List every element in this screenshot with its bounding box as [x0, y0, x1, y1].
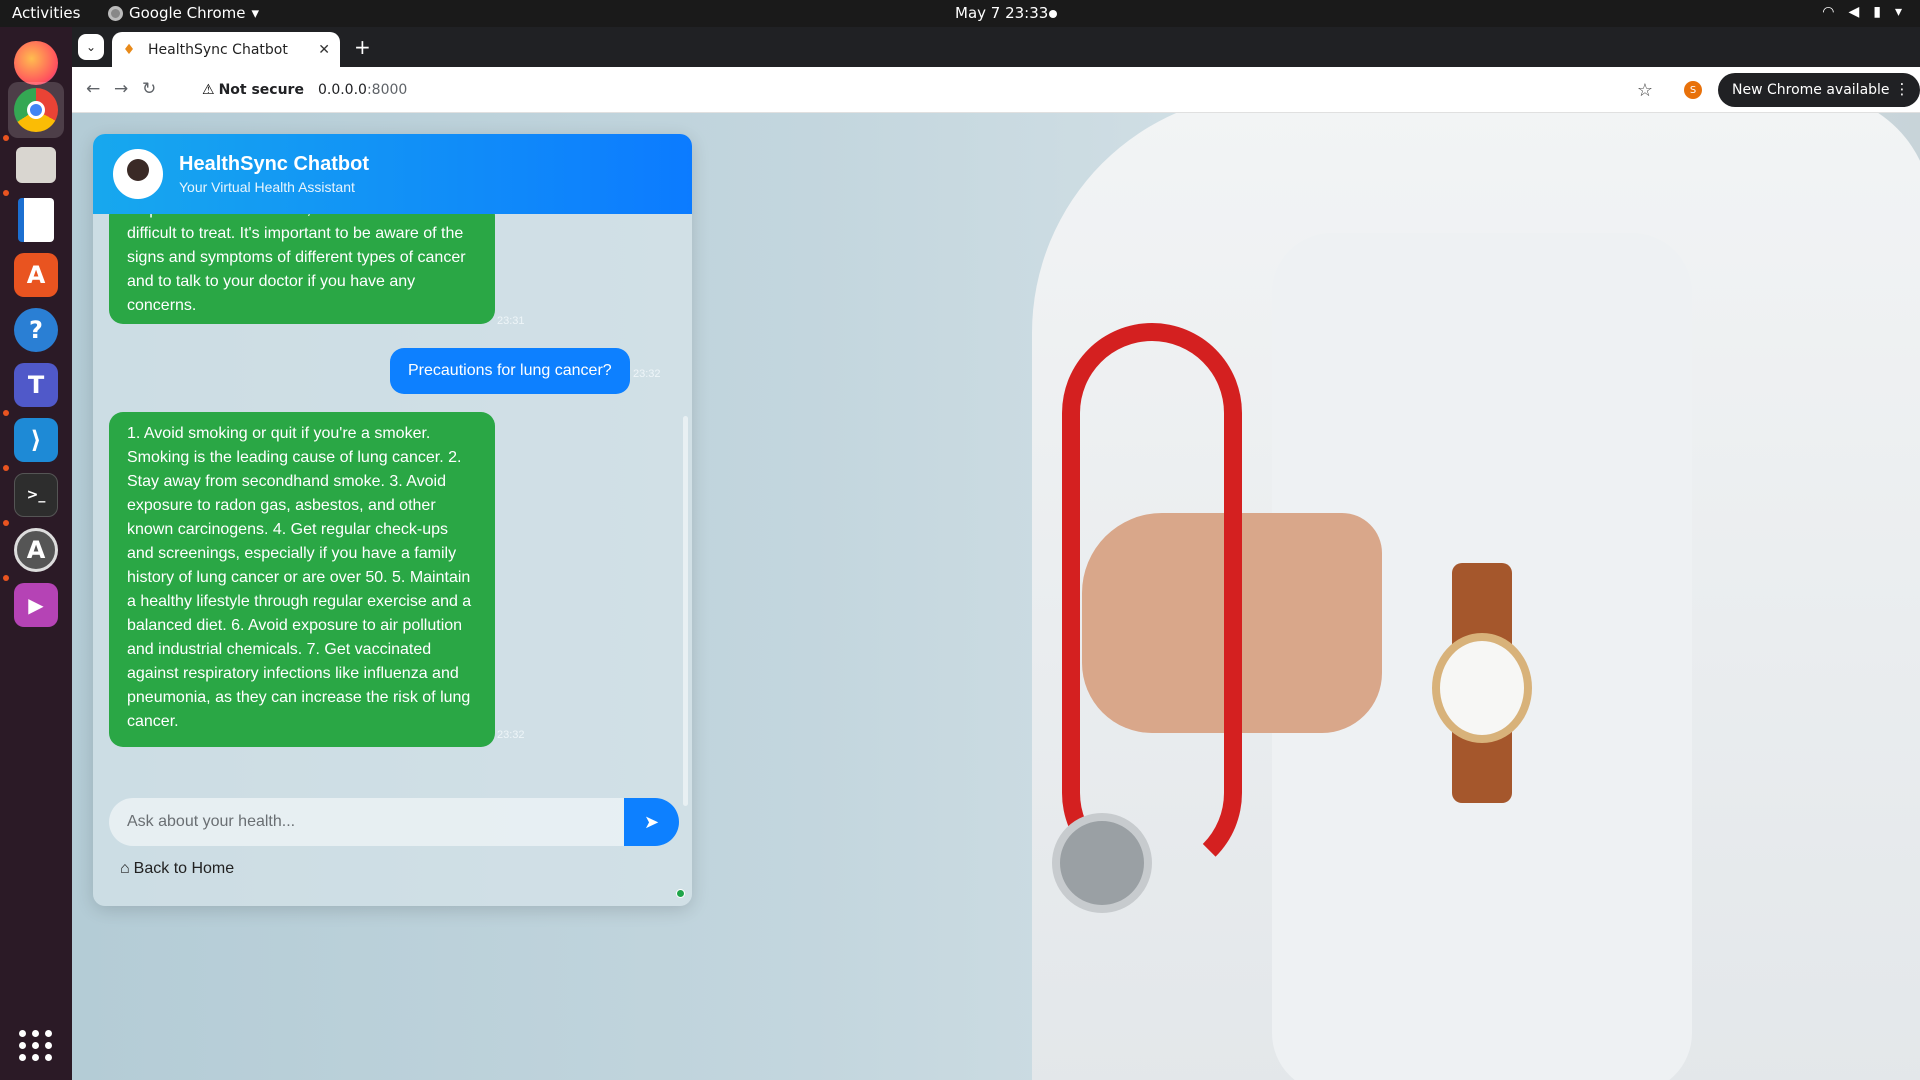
bookmark-star-icon[interactable]: ☆ — [1637, 80, 1653, 101]
volume-icon: ◀ — [1848, 4, 1860, 20]
chevron-down-icon: ▾ — [1894, 4, 1902, 20]
dock: A ? T ⟩ >_ A ▶ — [0, 27, 72, 1080]
chrome-icon — [108, 5, 123, 21]
warning-icon: ⚠ — [202, 82, 215, 98]
new-tab-button[interactable]: + — [354, 35, 371, 59]
app-grid-icon — [19, 1029, 53, 1061]
chat-input-row: ➤ — [109, 798, 679, 846]
chrome-icon — [14, 88, 58, 132]
tab-active[interactable]: ♦ HealthSync Chatbot ✕ — [112, 32, 340, 67]
browser-window: ⌄ ♦ HealthSync Chatbot ✕ + ← → ↻ ⚠ Not s… — [72, 27, 1920, 1080]
show-apps-button[interactable] — [8, 1017, 64, 1073]
update-chrome-button[interactable]: New Chrome available ⋮ — [1718, 73, 1920, 107]
bot-message: respond well to treatment, while others … — [109, 214, 495, 324]
notification-dot — [1049, 10, 1057, 18]
dock-media[interactable]: ▶ — [8, 577, 64, 633]
running-indicator — [3, 575, 9, 581]
chat-header: HealthSync Chatbot Your Virtual Health A… — [93, 134, 692, 214]
dock-vscode[interactable]: ⟩ — [8, 412, 64, 468]
tab-search-button[interactable]: ⌄ — [78, 34, 104, 60]
clock[interactable]: May 7 23:33 — [955, 4, 1048, 22]
dock-app-center[interactable]: A — [8, 247, 64, 303]
teams-icon: T — [14, 363, 58, 407]
back-to-home-link[interactable]: ⌂ Back to Home — [120, 860, 234, 878]
assistant-avatar — [113, 149, 163, 199]
message-time: 23:31 — [497, 315, 525, 327]
dock-updater[interactable]: A — [8, 522, 64, 578]
favicon-icon: ♦ — [122, 41, 136, 58]
chat-scrollbar[interactable] — [683, 416, 688, 806]
system-top-bar: Activities Google Chrome ▾ May 7 23:33 ◠… — [0, 0, 1920, 27]
chat-subtitle: Your Virtual Health Assistant — [179, 179, 355, 195]
address-bar[interactable]: ⚠ Not secure 0.0.0.0:8000 ☆ — [190, 74, 1665, 106]
browser-toolbar: ← → ↻ ⚠ Not secure 0.0.0.0:8000 ☆ S New … — [72, 67, 1920, 113]
dock-chrome[interactable] — [8, 82, 64, 138]
app-center-icon: A — [14, 253, 58, 297]
web-page: HealthSync Chatbot Your Virtual Health A… — [72, 113, 1920, 1080]
security-label[interactable]: Not secure — [219, 82, 304, 98]
update-label: New Chrome available — [1732, 82, 1890, 98]
chevron-down-icon: ⌄ — [85, 40, 97, 54]
running-indicator — [3, 190, 9, 196]
running-indicator — [3, 135, 9, 141]
tab-strip: ⌄ ♦ HealthSync Chatbot ✕ + — [72, 27, 1920, 67]
send-button[interactable]: ➤ — [624, 798, 679, 846]
back-to-home-label: Back to Home — [133, 860, 235, 877]
chat-widget: HealthSync Chatbot Your Virtual Health A… — [93, 134, 692, 906]
reload-button[interactable]: ↻ — [142, 79, 156, 99]
online-status-dot — [676, 889, 685, 898]
battery-icon: ▮ — [1873, 4, 1881, 20]
url-text: 0.0.0.0:8000 — [317, 82, 408, 98]
dock-teams[interactable]: T — [8, 357, 64, 413]
dock-files[interactable] — [8, 137, 64, 193]
message-time: 23:32 — [633, 368, 661, 380]
tab-title: HealthSync Chatbot — [148, 41, 288, 58]
watch-illustration — [1432, 633, 1532, 743]
terminal-icon: >_ — [14, 473, 58, 517]
dock-help[interactable]: ? — [8, 302, 64, 358]
chat-input[interactable] — [109, 798, 627, 846]
close-icon[interactable]: ✕ — [318, 42, 330, 58]
user-message: Precautions for lung cancer? — [390, 348, 630, 394]
home-icon: ⌂ — [120, 860, 130, 877]
document-icon — [18, 198, 54, 242]
paper-plane-icon: ➤ — [643, 811, 660, 833]
running-indicator — [3, 465, 9, 471]
app-menu[interactable]: Google Chrome ▾ — [108, 4, 259, 22]
running-indicator — [3, 410, 9, 416]
stethoscope-illustration — [1062, 323, 1242, 883]
message-list[interactable]: respond well to treatment, while others … — [93, 214, 692, 786]
updater-icon: A — [14, 528, 58, 572]
message-time: 23:32 — [497, 729, 525, 741]
vscode-icon: ⟩ — [14, 418, 58, 462]
dock-terminal[interactable]: >_ — [8, 467, 64, 523]
chat-title: HealthSync Chatbot — [179, 153, 370, 175]
forward-button[interactable]: → — [114, 79, 128, 99]
firefox-icon — [14, 41, 58, 85]
app-menu-label: Google Chrome — [129, 4, 246, 22]
help-icon: ? — [14, 308, 58, 352]
activities-button[interactable]: Activities — [12, 4, 80, 22]
chevron-down-icon: ▾ — [251, 4, 260, 22]
play-icon: ▶ — [14, 583, 58, 627]
back-button[interactable]: ← — [86, 79, 100, 99]
folder-icon — [16, 147, 56, 183]
running-indicator — [3, 520, 9, 526]
profile-avatar[interactable]: S — [1684, 81, 1702, 99]
wifi-icon: ◠ — [1822, 4, 1835, 20]
kebab-menu-icon[interactable]: ⋮ — [1895, 80, 1910, 98]
dock-writer[interactable] — [8, 192, 64, 248]
system-tray[interactable]: ◠ ◀ ▮ ▾ — [1822, 4, 1902, 20]
bot-message: 1. Avoid smoking or quit if you're a smo… — [109, 412, 495, 747]
